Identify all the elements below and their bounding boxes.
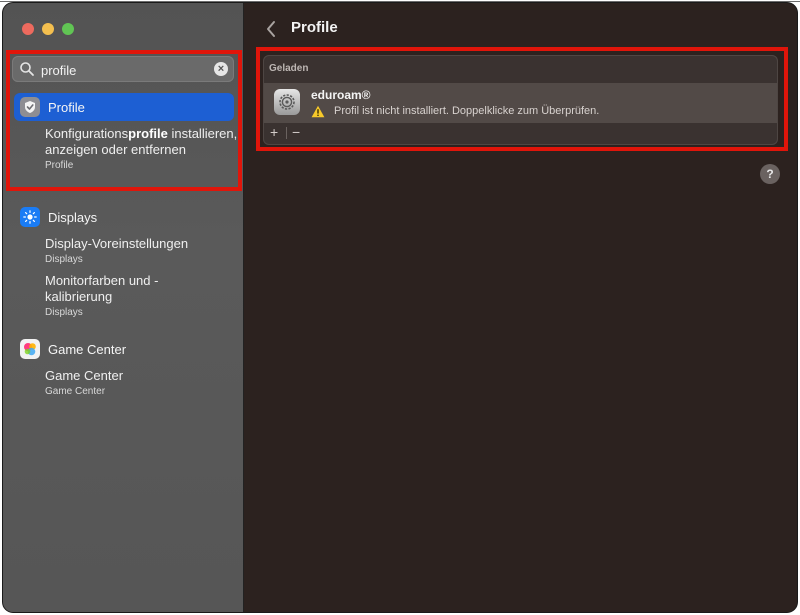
- search-result-title: Display-Voreinstellungen: [45, 236, 189, 251]
- profile-warning-text: Profil ist nicht installiert. Doppelklic…: [334, 105, 600, 117]
- warning-icon: [311, 105, 325, 118]
- sidebar: × Profile Konfigurationsprofile installi…: [3, 3, 244, 612]
- profiles-list-panel: Geladen eduroam® Profil ist nicht instal…: [263, 55, 778, 145]
- search-result-category: Displays: [45, 307, 83, 318]
- group-label: Geladen: [269, 63, 309, 74]
- search-result-display-voreinstellungen[interactable]: Display-Voreinstellungen Displays: [45, 236, 240, 266]
- zoom-window-button[interactable]: [62, 23, 74, 35]
- remove-profile-button[interactable]: −: [292, 125, 300, 139]
- system-settings-window: × Profile Konfigurationsprofile installi…: [3, 3, 797, 612]
- sidebar-item-game-center[interactable]: Game Center: [14, 335, 234, 363]
- profile-gear-icon: [274, 89, 300, 115]
- clear-search-icon[interactable]: ×: [214, 62, 228, 76]
- search-input[interactable]: [39, 59, 213, 81]
- back-chevron-icon[interactable]: [264, 19, 278, 39]
- background-edge: [0, 1, 800, 2]
- search-result-title: Game Center: [45, 368, 124, 383]
- add-profile-button[interactable]: +: [270, 125, 278, 139]
- sidebar-item-label: Profile: [48, 99, 85, 115]
- search-result-category: Game Center: [45, 386, 106, 397]
- search-result-konfigurationsprofile[interactable]: Konfigurationsprofile installieren, anze…: [45, 126, 240, 172]
- search-result-category: Displays: [45, 254, 83, 265]
- close-window-button[interactable]: [22, 23, 34, 35]
- content-pane: Profile Geladen eduroam® Profil ist nich…: [244, 3, 797, 612]
- profile-row-eduroam[interactable]: eduroam® Profil ist nicht installiert. D…: [264, 83, 777, 123]
- search-icon: [20, 62, 34, 76]
- search-result-monitorfarben[interactable]: Monitorfarben und -kalibrierung Displays: [45, 273, 240, 319]
- search-field[interactable]: ×: [12, 56, 234, 82]
- search-result-category: Profile: [45, 160, 74, 171]
- sidebar-item-label: Displays: [48, 209, 98, 225]
- page-title: Profile: [291, 19, 338, 36]
- profile-name: eduroam®: [311, 88, 371, 102]
- sidebar-item-profile[interactable]: Profile: [14, 93, 234, 121]
- search-result-title: Monitorfarben und -kalibrierung: [45, 273, 159, 304]
- search-result-game-center[interactable]: Game Center Game Center: [45, 368, 240, 398]
- profile-checkmark-icon: [20, 97, 40, 117]
- game-center-icon: [20, 339, 40, 359]
- sun-icon: [20, 207, 40, 227]
- sidebar-item-label: Game Center: [48, 341, 127, 357]
- control-divider: [286, 127, 287, 139]
- search-result-title: Konfigurationsprofile installieren, anze…: [45, 126, 238, 157]
- minimize-window-button[interactable]: [42, 23, 54, 35]
- help-button[interactable]: ?: [760, 164, 780, 184]
- sidebar-item-displays[interactable]: Displays: [14, 203, 234, 231]
